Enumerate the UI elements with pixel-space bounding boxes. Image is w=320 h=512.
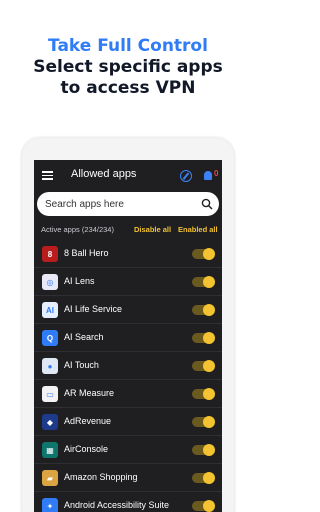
notification-badge: 0	[214, 169, 219, 178]
toggle-knob	[203, 360, 215, 372]
app-icon: ▰	[42, 470, 58, 486]
app-name: 8 Ball Hero	[64, 248, 109, 258]
app-name: Amazon Shopping	[64, 472, 138, 482]
app-name: Android Accessibility Suite	[64, 500, 170, 510]
compass-icon[interactable]	[180, 170, 192, 182]
app-toggle[interactable]	[192, 332, 215, 344]
app-icon: ▦	[42, 442, 58, 458]
list-item[interactable]: ▰ Amazon Shopping	[34, 464, 222, 492]
app-icon: ▭	[42, 386, 58, 402]
search-input[interactable]	[45, 197, 195, 211]
app-icon: AI	[42, 302, 58, 318]
enable-all-button[interactable]: Enabled all	[178, 225, 218, 234]
app-toggle[interactable]	[192, 444, 215, 456]
page-title: Allowed apps	[71, 168, 137, 180]
search-bar	[37, 192, 219, 216]
toggle-knob	[203, 276, 215, 288]
list-item[interactable]: ✦ Android Accessibility Suite	[34, 492, 222, 512]
app-toggle[interactable]	[192, 248, 215, 260]
list-item[interactable]: Q AI Search	[34, 324, 222, 352]
app-icon: ●	[42, 358, 58, 374]
app-name: AI Lens	[64, 276, 95, 286]
app-bar: Allowed apps 0	[34, 160, 222, 190]
app-toggle[interactable]	[192, 304, 215, 316]
list-item[interactable]: ◆ AdRevenue	[34, 408, 222, 436]
app-icon: Q	[42, 330, 58, 346]
app-toggle[interactable]	[192, 472, 215, 484]
app-icon: ◆	[42, 414, 58, 430]
app-toggle[interactable]	[192, 500, 215, 512]
toggle-knob	[203, 388, 215, 400]
list-item[interactable]: ▦ AirConsole	[34, 436, 222, 464]
toggle-knob	[203, 472, 215, 484]
headline-line1: Take Full Control	[48, 36, 208, 56]
active-apps-count: Active apps (234/234)	[41, 225, 114, 234]
toggle-knob	[203, 444, 215, 456]
headline-line2: Select specific apps	[33, 57, 223, 77]
app-name: AI Touch	[64, 360, 99, 370]
toggle-knob	[203, 416, 215, 428]
app-name: AI Life Service	[64, 304, 123, 314]
toggle-knob	[203, 248, 215, 260]
app-toggle[interactable]	[192, 276, 215, 288]
headline-line3: to access VPN	[60, 78, 196, 98]
app-icon: 8	[42, 246, 58, 262]
list-item[interactable]: ● AI Touch	[34, 352, 222, 380]
menu-icon[interactable]	[42, 171, 53, 180]
app-name: AR Measure	[64, 388, 115, 398]
app-toggle[interactable]	[192, 360, 215, 372]
app-toggle[interactable]	[192, 388, 215, 400]
app-icon: ◎	[42, 274, 58, 290]
disable-all-button[interactable]: Disable all	[134, 225, 171, 234]
toggle-knob	[203, 500, 215, 512]
phone-screen: Allowed apps 0 Active apps (234/234) Dis…	[34, 160, 222, 512]
list-item[interactable]: AI AI Life Service	[34, 296, 222, 324]
app-name: AI Search	[64, 332, 104, 342]
filter-row: Active apps (234/234) Disable all Enable…	[34, 222, 222, 236]
toggle-knob	[203, 304, 215, 316]
search-icon[interactable]	[201, 198, 213, 210]
bell-icon[interactable]	[204, 171, 212, 180]
promo-headline: Take Full Control Select specific apps t…	[0, 36, 256, 99]
app-toggle[interactable]	[192, 416, 215, 428]
app-name: AdRevenue	[64, 416, 112, 426]
list-item[interactable]: ▭ AR Measure	[34, 380, 222, 408]
list-item[interactable]: ◎ AI Lens	[34, 268, 222, 296]
app-name: AirConsole	[64, 444, 109, 454]
toggle-knob	[203, 332, 215, 344]
app-icon: ✦	[42, 498, 58, 512]
list-item[interactable]: 8 8 Ball Hero	[34, 240, 222, 268]
